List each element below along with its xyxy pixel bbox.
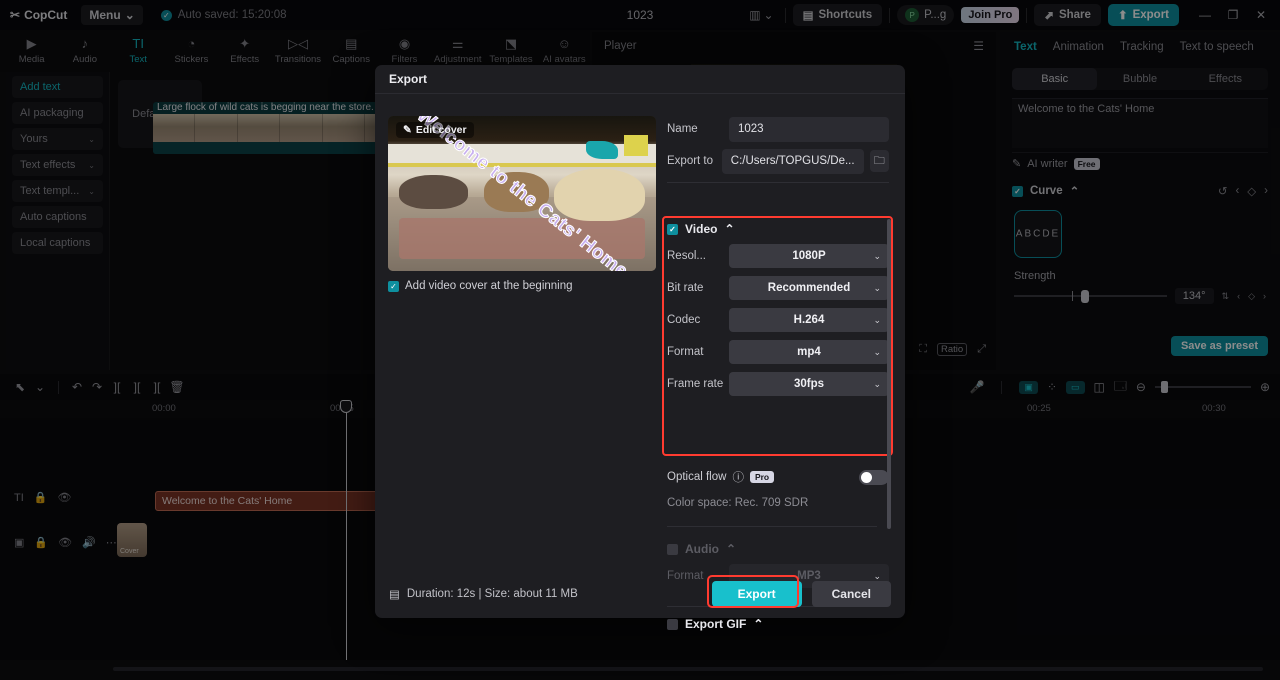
resolution-select[interactable]: 1080P ⌄ [729, 244, 889, 268]
resolution-row: Resol... 1080P ⌄ [667, 243, 889, 269]
edit-cover-label: Edit cover [415, 124, 467, 136]
optical-flow-toggle[interactable] [859, 469, 889, 485]
dialog-title: Export [389, 72, 428, 86]
dialog-export-button[interactable]: Export [711, 581, 802, 607]
cover-toy [586, 140, 619, 160]
optical-flow-row: Optical flow ⓘ Pro [667, 469, 889, 485]
format-select[interactable]: mp4 ⌄ [729, 340, 889, 364]
add-cover-checkbox-row[interactable]: ✓ Add video cover at the beginning [388, 280, 573, 292]
dialog-body: Welcome to the Cats' Home ✎ Edit cover ✓… [375, 94, 905, 631]
collapse-icon[interactable]: ⌃ [753, 617, 763, 631]
add-cover-label: Add video cover at the beginning [405, 280, 573, 292]
footer-buttons: Export Cancel [706, 575, 891, 608]
dialog-form: Name 1023 Export to C:/Users/TOPGUS/De..… [667, 116, 889, 183]
export-dialog: Export Welcome to the Cats' Home ✎ Edit … [375, 65, 905, 631]
codec-select[interactable]: H.264 ⌄ [729, 308, 889, 332]
bitrate-label: Bit rate [667, 282, 704, 294]
framerate-value: 30fps [793, 378, 825, 390]
chevron-down-icon: ⌄ [873, 378, 881, 389]
dialog-footer: ▤ Duration: 12s | Size: about 11 MB Expo… [375, 570, 905, 618]
format-value: mp4 [797, 346, 821, 358]
chevron-down-icon: ⌄ [873, 250, 881, 261]
video-checkbox[interactable]: ✓ [667, 223, 678, 235]
codec-value: H.264 [793, 314, 825, 326]
folder-icon[interactable]: 🗀 [869, 150, 889, 172]
bitrate-row: Bit rate Recommended ⌄ [667, 275, 889, 301]
export-to-row: Export to C:/Users/TOPGUS/De... 🗀 [667, 148, 889, 174]
export-to-label: Export to [667, 155, 714, 167]
video-section-label: Video [685, 222, 718, 236]
duration-label: Duration: 12s | Size: about 11 MB [406, 588, 578, 600]
framerate-row: Frame rate 30fps ⌄ [667, 371, 889, 397]
divider [667, 526, 877, 527]
cover-sign [623, 134, 648, 157]
dialog-scrollbar[interactable] [887, 219, 891, 529]
resolution-label: Resol... [667, 250, 706, 262]
format-row: Format mp4 ⌄ [667, 339, 889, 365]
codec-row: Codec H.264 ⌄ [667, 307, 889, 333]
edit-cover-button[interactable]: ✎ Edit cover [396, 122, 474, 138]
pro-badge: Pro [749, 471, 775, 483]
audio-checkbox[interactable] [667, 543, 678, 555]
collapse-icon[interactable]: ⌃ [724, 222, 734, 236]
add-cover-checkbox[interactable]: ✓ [388, 280, 399, 292]
cover-cat [554, 168, 646, 222]
film-icon: ▤ [389, 589, 400, 601]
chevron-down-icon: ⌄ [873, 314, 881, 325]
cover-preview[interactable]: Welcome to the Cats' Home ✎ Edit cover [388, 116, 656, 271]
name-row: Name 1023 [667, 116, 889, 142]
video-settings-section: ✓ Video ⌃ Resol... 1080P ⌄ Bit rate Reco… [667, 222, 889, 403]
toggle-knob [861, 471, 872, 483]
pencil-icon: ✎ [403, 124, 412, 136]
export-gif-header[interactable]: Export GIF ⌃ [667, 617, 763, 631]
dialog-cancel-button[interactable]: Cancel [811, 581, 891, 607]
codec-label: Codec [667, 314, 701, 326]
divider [667, 182, 889, 183]
cover-stripe [388, 162, 656, 168]
audio-section-header[interactable]: Audio ⌃ [667, 542, 889, 556]
duration-info: ▤ Duration: 12s | Size: about 11 MB [389, 587, 578, 601]
export-path-input[interactable]: C:/Users/TOPGUS/De... [721, 148, 864, 174]
info-icon[interactable]: ⓘ [732, 469, 744, 485]
video-section-header[interactable]: ✓ Video ⌃ [667, 222, 889, 236]
audio-section-label: Audio [685, 542, 719, 556]
bitrate-select[interactable]: Recommended ⌄ [729, 276, 889, 300]
name-label: Name [667, 123, 698, 135]
name-input[interactable]: 1023 [729, 116, 889, 142]
export-gif-label: Export GIF [685, 617, 747, 631]
color-space-label: Color space: Rec. 709 SDR [667, 497, 809, 509]
optical-flow-label: Optical flow [667, 471, 727, 483]
chevron-down-icon: ⌄ [873, 282, 881, 293]
collapse-icon[interactable]: ⌃ [726, 542, 736, 556]
bitrate-value: Recommended [767, 282, 851, 294]
format-label: Format [667, 346, 704, 358]
resolution-value: 1080P [792, 250, 826, 262]
export-gif-checkbox[interactable] [667, 618, 678, 630]
cover-cat [398, 174, 469, 209]
chevron-down-icon: ⌄ [873, 346, 881, 357]
capcut-editor-window: ✂ CopCut Menu ⌄ ✓ Auto saved: 15:20:08 1… [0, 0, 1280, 680]
framerate-label: Frame rate [667, 378, 724, 390]
framerate-select[interactable]: 30fps ⌄ [729, 372, 889, 396]
